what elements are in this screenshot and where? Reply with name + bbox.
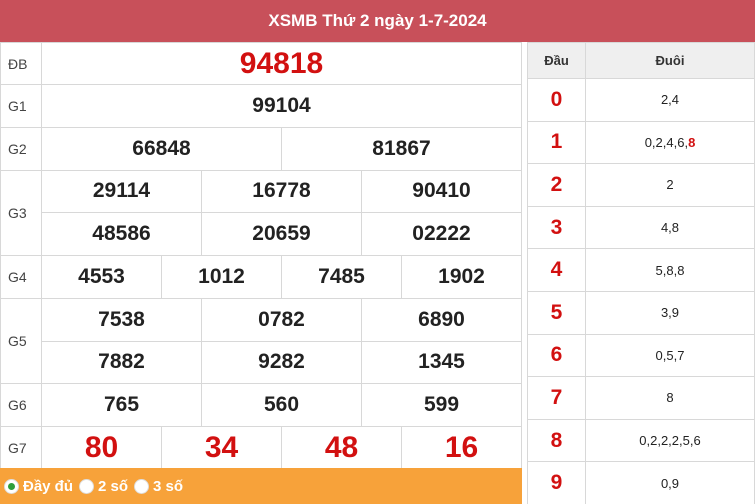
loto-tail: 0,2,4,6,8 xyxy=(585,120,755,165)
prize-number: 1012 xyxy=(161,255,282,299)
loto-row: 8 0,2,2,2,5,6 xyxy=(527,418,755,463)
prize-label: G5 xyxy=(0,297,42,385)
prize-row-g4: G4 4553 1012 7485 1902 xyxy=(0,255,522,299)
prize-row-g2: G2 66848 81867 xyxy=(0,126,522,171)
prize-number: 7485 xyxy=(281,255,402,299)
prize-number: 48586 xyxy=(41,212,202,256)
loto-row: 5 3,9 xyxy=(527,290,755,335)
loto-row: 3 4,8 xyxy=(527,205,755,250)
prize-number: 81867 xyxy=(281,126,522,171)
loto-table: Đầu Đuôi 0 2,4 1 0,2,4,6,8 2 2 3 4,8 4 5… xyxy=(527,42,755,504)
prize-number: 66848 xyxy=(41,126,282,171)
prize-row-db: ĐB 94818 xyxy=(0,42,522,85)
prize-number: 4553 xyxy=(41,255,162,299)
loto-head: 1 xyxy=(527,120,586,165)
special-prize-number: 94818 xyxy=(41,42,522,85)
option-label: 3 số xyxy=(153,477,184,495)
loto-tail: 0,9 xyxy=(585,461,755,504)
loto-row: 1 0,2,4,6,8 xyxy=(527,120,755,165)
loto-head: 9 xyxy=(527,461,586,504)
head-column-header: Đầu xyxy=(527,42,586,79)
prize-number: 02222 xyxy=(361,212,522,256)
prize-row-g1: G1 99104 xyxy=(0,84,522,128)
option-2-digits[interactable]: 2 số xyxy=(79,478,128,495)
prize-number: 0782 xyxy=(201,297,362,342)
loto-tail: 0,5,7 xyxy=(585,333,755,378)
results-table: ĐB 94818 G1 99104 G2 66848 81867 G3 2911… xyxy=(0,42,522,470)
prize-number: 6890 xyxy=(361,297,522,342)
prize-label: G3 xyxy=(0,169,42,256)
prize-label: G7 xyxy=(0,426,42,470)
loto-row: 7 8 xyxy=(527,376,755,420)
prize-number: 599 xyxy=(361,383,522,427)
prize-number: 34 xyxy=(161,426,282,470)
prize-row-g7: G7 80 34 48 16 xyxy=(0,426,522,470)
loto-head: 8 xyxy=(527,418,586,463)
loto-head: 7 xyxy=(527,376,586,420)
prize-label: G1 xyxy=(0,84,42,128)
prize-row-g3: G3 29114 16778 90410 xyxy=(0,169,522,256)
radio-full[interactable] xyxy=(4,478,19,494)
option-label: 2 số xyxy=(98,477,129,495)
prize-number: 16 xyxy=(401,426,522,470)
loto-head: 4 xyxy=(527,248,586,292)
loto-row: 2 2 xyxy=(527,163,755,207)
radio-3-digits[interactable] xyxy=(134,478,150,494)
loto-head: 5 xyxy=(527,290,586,335)
prize-number: 99104 xyxy=(41,84,522,128)
prize-number: 765 xyxy=(41,383,202,427)
prize-number: 7538 xyxy=(41,297,202,342)
prize-number: 90410 xyxy=(361,169,522,214)
loto-head: 6 xyxy=(527,333,586,378)
loto-tail-highlight: 8 xyxy=(688,134,696,150)
option-full[interactable]: Đầy đủ xyxy=(4,478,73,495)
loto-tail: 0,2,2,2,5,6 xyxy=(585,418,755,463)
tail-column-header: Đuôi xyxy=(585,42,755,79)
display-mode-bar: Đầy đủ 2 số 3 số xyxy=(0,468,522,504)
prize-label: ĐB xyxy=(0,42,42,85)
loto-tail: 2 xyxy=(585,163,755,207)
loto-row: 6 0,5,7 xyxy=(527,333,755,378)
prize-label: G2 xyxy=(0,126,42,171)
loto-tail: 8 xyxy=(585,376,755,420)
prize-number: 560 xyxy=(201,383,362,427)
loto-head: 0 xyxy=(527,78,586,122)
prize-row-g5: 7882 9282 1345 xyxy=(1,340,522,385)
prize-number: 29114 xyxy=(41,169,202,214)
loto-head: 3 xyxy=(527,205,586,250)
loto-tail: 4,8 xyxy=(585,205,755,250)
loto-row: 0 2,4 xyxy=(527,78,755,122)
option-label: Đầy đủ xyxy=(23,477,74,495)
option-3-digits[interactable]: 3 số xyxy=(134,478,183,495)
prize-label: G4 xyxy=(0,255,42,299)
prize-number: 80 xyxy=(41,426,162,470)
prize-number: 20659 xyxy=(201,212,362,256)
loto-head: 2 xyxy=(527,163,586,207)
prize-number: 1902 xyxy=(401,255,522,299)
loto-row: 4 5,8,8 xyxy=(527,248,755,292)
prize-number: 1345 xyxy=(361,340,522,385)
loto-tail: 5,8,8 xyxy=(585,248,755,292)
prize-number: 7882 xyxy=(41,340,202,385)
prize-number: 48 xyxy=(281,426,402,470)
prize-label: G6 xyxy=(0,383,42,427)
radio-2-digits[interactable] xyxy=(79,478,95,494)
prize-row-g6: G6 765 560 599 xyxy=(0,383,522,427)
prize-number: 9282 xyxy=(201,340,362,385)
prize-row-g3: 48586 20659 02222 xyxy=(1,212,522,256)
prize-row-g5: G5 7538 0782 6890 xyxy=(0,297,522,385)
loto-row: 9 0,9 xyxy=(527,461,755,504)
page-title: XSMB Thứ 2 ngày 1-7-2024 xyxy=(0,0,755,42)
loto-tail: 2,4 xyxy=(585,78,755,122)
loto-tail: 3,9 xyxy=(585,290,755,335)
prize-number: 16778 xyxy=(201,169,362,214)
